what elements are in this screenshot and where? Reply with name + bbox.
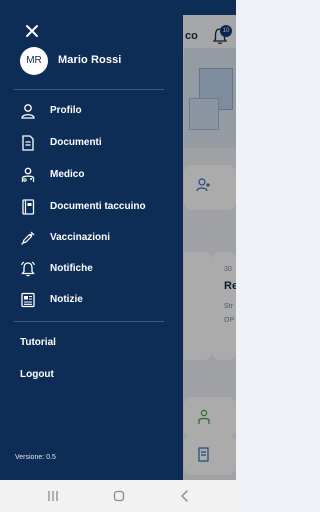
divider	[14, 89, 164, 90]
news-icon	[21, 292, 35, 308]
menu-item-notifiche[interactable]: Notifiche	[0, 255, 183, 283]
document-icon	[22, 135, 34, 151]
recent-apps-icon[interactable]	[45, 488, 61, 504]
menu-item-documenti[interactable]: Documenti	[0, 129, 183, 157]
avatar: MR	[20, 47, 48, 75]
status-bar	[0, 0, 236, 15]
syringe-icon	[21, 231, 35, 245]
notebook-icon	[22, 199, 35, 215]
menu-item-tutorial[interactable]: Tutorial	[0, 331, 183, 355]
menu-item-notizie[interactable]: Notizie	[0, 286, 183, 314]
menu-item-label: Logout	[20, 369, 54, 380]
menu-item-label: Profilo	[50, 105, 82, 116]
bell-icon	[20, 261, 36, 277]
home-icon[interactable]	[111, 488, 127, 504]
menu-item-label: Medico	[50, 169, 85, 180]
app-version: Versione: 0.5	[15, 454, 56, 461]
menu-item-label: Vaccinazioni	[50, 232, 111, 243]
menu-item-label: Documenti taccuino	[50, 201, 146, 212]
menu-item-logout[interactable]: Logout	[0, 363, 183, 387]
menu-item-label: Tutorial	[20, 337, 56, 348]
person-icon	[21, 104, 35, 119]
menu-item-label: Documenti	[50, 137, 102, 148]
divider	[14, 321, 164, 322]
navigation-drawer: MR Mario Rossi Profilo Documenti Medico	[0, 15, 183, 480]
menu-item-profilo[interactable]: Profilo	[0, 97, 183, 125]
menu-item-vaccinazioni[interactable]: Vaccinazioni	[0, 224, 183, 252]
close-icon[interactable]	[24, 23, 40, 39]
doctor-icon	[21, 167, 35, 182]
menu-item-medico[interactable]: Medico	[0, 161, 183, 189]
menu-item-documenti-taccuino[interactable]: Documenti taccuino	[0, 193, 183, 221]
system-navigation-bar	[0, 480, 236, 512]
user-name: Mario Rossi	[58, 54, 122, 66]
back-icon[interactable]	[177, 488, 193, 504]
menu-item-label: Notifiche	[50, 263, 93, 274]
menu-item-label: Notizie	[50, 294, 83, 305]
